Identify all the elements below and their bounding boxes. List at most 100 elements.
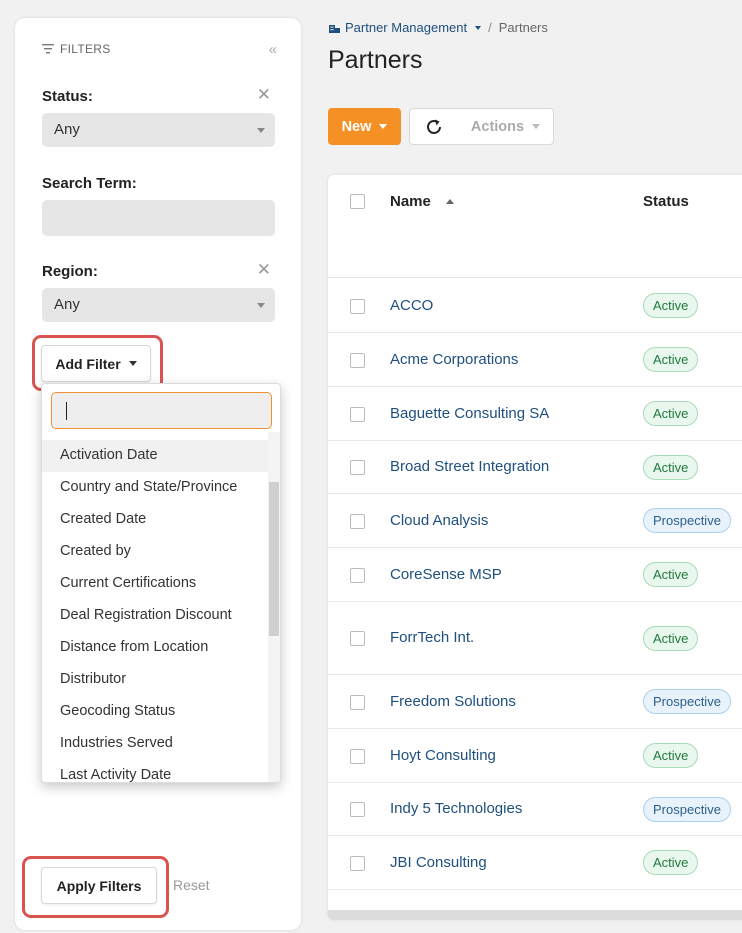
row-checkbox[interactable] (350, 514, 365, 529)
toolbar-button-group: Actions (409, 108, 554, 145)
refresh-icon (427, 119, 441, 134)
filter-option[interactable]: Geocoding Status (42, 696, 269, 728)
chevron-down-icon (257, 303, 265, 308)
filter-option[interactable]: Distributor (42, 664, 269, 696)
horizontal-scrollbar[interactable] (328, 910, 742, 920)
actions-label: Actions (470, 118, 525, 135)
apply-filters-label: Apply Filters (56, 877, 142, 894)
table-row: Cloud Analysis Prospective (328, 494, 742, 548)
table-row: Acme Corporations Active (328, 333, 742, 387)
table-row: Broad Street Integration Active (328, 441, 742, 494)
table-header-row: Name Status (328, 175, 742, 278)
caret-down-icon (475, 25, 482, 30)
clear-status-icon[interactable]: ✕ (257, 86, 271, 103)
partner-name-link[interactable]: JBI Consulting (390, 854, 487, 871)
status-select[interactable]: Any (42, 113, 275, 147)
partner-name-link[interactable]: ACCO (390, 297, 433, 314)
status-badge: Active (643, 562, 699, 587)
status-badge: Active (643, 743, 699, 768)
table-row: ACCO Active (328, 279, 742, 333)
row-checkbox[interactable] (350, 695, 365, 710)
actions-button[interactable]: Actions (458, 119, 553, 135)
filter-option[interactable]: Distance from Location (42, 632, 269, 664)
filter-option[interactable]: Country and State/Province (42, 472, 269, 504)
reset-link[interactable]: Reset (173, 877, 210, 893)
row-checkbox[interactable] (350, 631, 365, 646)
row-checkbox[interactable] (350, 460, 365, 475)
filter-panel: FILTERS « Status: ✕ Any Search Term: Reg… (15, 18, 301, 930)
status-badge: Active (643, 626, 699, 651)
table-row: Baguette Consulting SA Active (328, 387, 742, 441)
status-filter-label: Status: (42, 88, 93, 105)
row-checkbox[interactable] (350, 299, 365, 314)
new-button-label: New (341, 118, 372, 135)
breadcrumb-parent-label: Partner Management (345, 20, 468, 35)
column-header-status[interactable]: Status (643, 193, 689, 210)
apply-filters-button[interactable]: Apply Filters (41, 867, 157, 904)
partner-name-link[interactable]: CoreSense MSP (390, 566, 502, 583)
filter-option[interactable]: Last Activity Date (42, 760, 269, 782)
table-row: Hoyt Consulting Active (328, 729, 742, 783)
new-button[interactable]: New (328, 108, 401, 145)
text-cursor (66, 402, 67, 420)
clear-region-icon[interactable]: ✕ (257, 261, 271, 278)
caret-down-icon (379, 124, 388, 129)
select-all-checkbox[interactable] (350, 194, 365, 209)
table-row: JBI Consulting Active (328, 836, 742, 890)
refresh-button[interactable] (410, 109, 458, 144)
filter-option[interactable]: Activation Date (42, 440, 269, 472)
partner-name-link[interactable]: Baguette Consulting SA (390, 405, 549, 422)
partner-name-link[interactable]: Indy 5 Technologies (390, 800, 522, 817)
add-filter-label: Add Filter (55, 355, 121, 372)
row-checkbox[interactable] (350, 568, 365, 583)
filter-option[interactable]: Created Date (42, 504, 269, 536)
status-badge: Prospective (643, 797, 731, 822)
region-select[interactable]: Any (42, 288, 275, 322)
status-select-value: Any (54, 121, 80, 138)
search-term-input[interactable] (42, 200, 275, 236)
filters-header-label: FILTERS (60, 42, 111, 56)
dropdown-scrollbar[interactable] (268, 432, 280, 782)
filter-lines-icon (42, 44, 54, 54)
add-filter-dropdown: Activation Date Country and State/Provin… (41, 383, 281, 783)
column-header-name[interactable]: Name (390, 193, 431, 210)
filter-option[interactable]: Current Certifications (42, 568, 269, 600)
partner-name-link[interactable]: Hoyt Consulting (390, 747, 496, 764)
region-filter-label: Region: (42, 263, 98, 280)
dropdown-scroll-thumb[interactable] (269, 482, 279, 636)
partners-table: Name Status ACCO Active Acme Corporation… (328, 175, 742, 920)
row-checkbox[interactable] (350, 749, 365, 764)
partner-name-link[interactable]: Broad Street Integration (390, 458, 549, 475)
filter-option[interactable]: Created by (42, 536, 269, 568)
status-badge: Active (643, 455, 699, 480)
status-badge: Active (643, 401, 699, 426)
collapse-panel-icon[interactable]: « (269, 42, 277, 57)
breadcrumb: Partner Management / Partners (329, 20, 548, 35)
partner-name-link[interactable]: Acme Corporations (390, 351, 518, 368)
status-badge: Prospective (643, 508, 731, 533)
chevron-down-icon (257, 128, 265, 133)
partner-name-link[interactable]: ForrTech Int. (390, 629, 474, 646)
caret-down-icon (532, 124, 541, 129)
building-icon (329, 24, 340, 33)
row-checkbox[interactable] (350, 802, 365, 817)
sort-ascending-icon[interactable] (446, 199, 454, 204)
row-checkbox[interactable] (350, 407, 365, 422)
add-filter-button[interactable]: Add Filter (41, 345, 151, 382)
page-title: Partners (328, 46, 423, 74)
breadcrumb-separator: / (488, 20, 492, 35)
status-badge: Active (643, 850, 699, 875)
filter-option[interactable]: Deal Registration Discount (42, 600, 269, 632)
filter-options-list: Activation Date Country and State/Provin… (42, 440, 269, 782)
status-badge: Prospective (643, 689, 731, 714)
breadcrumb-parent[interactable]: Partner Management (329, 20, 482, 35)
partner-name-link[interactable]: Freedom Solutions (390, 693, 516, 710)
filter-search-input[interactable] (51, 392, 272, 429)
region-select-value: Any (54, 296, 80, 313)
row-checkbox[interactable] (350, 856, 365, 871)
table-row: CoreSense MSP Active (328, 548, 742, 602)
filter-option[interactable]: Industries Served (42, 728, 269, 760)
partner-name-link[interactable]: Cloud Analysis (390, 512, 488, 529)
breadcrumb-current: Partners (498, 20, 548, 35)
row-checkbox[interactable] (350, 353, 365, 368)
